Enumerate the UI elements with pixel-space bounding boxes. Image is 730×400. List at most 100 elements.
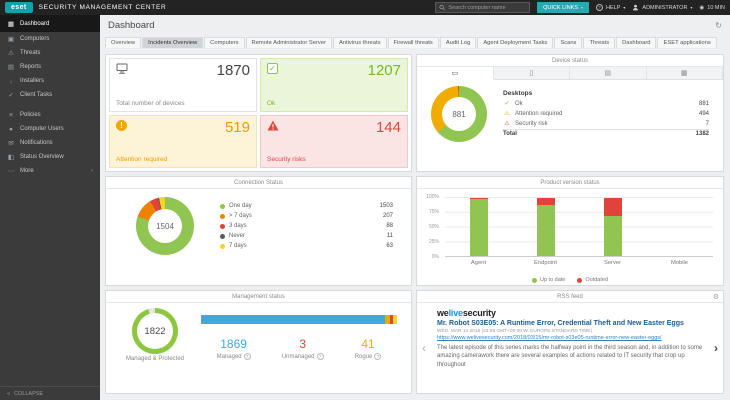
rss-next-button[interactable]: › — [714, 341, 718, 355]
user-menu[interactable]: ADMINISTRATOR ▾ — [632, 4, 692, 11]
power-icon: ◉ — [699, 5, 704, 11]
connection-status-legend: One day 1503 > 7 days 207 3 days 88 — [220, 201, 397, 251]
topbar-actions: QUICK LINKS ▾ ? HELP ▾ ADMINISTRATOR ▾ ◉… — [435, 2, 725, 13]
legend-label: Security risk — [515, 121, 548, 127]
sidebar-item-installers[interactable]: ↓ Installers — [0, 74, 100, 88]
stat-label: Unmanaged — [282, 354, 315, 360]
help-icon: ? — [596, 4, 603, 11]
legend-row-ok[interactable]: ✓ Ok 881 — [503, 99, 709, 109]
help-circle-icon[interactable]: ? — [317, 353, 324, 360]
tab-scans[interactable]: Scans — [554, 37, 582, 48]
legend-row-7-days[interactable]: 7 days 63 — [220, 241, 393, 251]
eset-logo[interactable]: eset — [5, 2, 33, 13]
panel-title: Product version status — [417, 177, 723, 189]
tile-security-risks[interactable]: 144 Security risks — [260, 115, 408, 169]
legend-label: Total — [503, 131, 517, 137]
gear-icon[interactable]: ⚙ — [713, 293, 719, 301]
help-menu[interactable]: ? HELP ▾ — [596, 4, 625, 11]
tab-dashboard[interactable]: Dashboard — [616, 37, 656, 48]
legend-row-3-days[interactable]: 3 days 88 — [220, 221, 393, 231]
refresh-icon[interactable]: ↻ — [715, 21, 722, 30]
tab-threats[interactable]: Threats — [583, 37, 615, 48]
tab-antivirus-threats[interactable]: Antivirus threats — [333, 37, 387, 48]
sidebar-item-computer-users[interactable]: ● Computer Users — [0, 122, 100, 136]
management-gauge[interactable]: 1822 — [132, 308, 178, 354]
tab-overview[interactable]: Overview — [105, 37, 141, 48]
more-icon: ⋯ — [7, 167, 15, 175]
help-circle-icon[interactable]: ? — [374, 353, 381, 360]
rss-article-title[interactable]: Mr. Robot S03E05: A Runtime Error, Crede… — [437, 320, 703, 327]
tile-total-devices[interactable]: 1870 Total number of devices — [109, 58, 257, 112]
panel-title: Device status — [417, 55, 723, 67]
device-status-donut[interactable]: 881 — [431, 86, 487, 142]
device-tab-others[interactable]: ▦ — [647, 67, 724, 79]
sidebar-item-label: Client Tasks — [20, 92, 52, 98]
legend-label: 3 days — [229, 223, 247, 229]
tile-ok[interactable]: ✓ 1207 Ok — [260, 58, 408, 112]
rss-article-url[interactable]: https://www.welivesecurity.com/2018/03/1… — [437, 335, 703, 341]
sidebar-item-label: Computer Users — [20, 126, 64, 132]
tab-firewall-threats[interactable]: Firewall threats — [388, 37, 439, 48]
legend-dot — [532, 278, 537, 283]
legend-row-attention[interactable]: ⚠ Attention required 494 — [503, 109, 709, 119]
legend-value: 7 — [706, 121, 709, 127]
management-bar[interactable] — [201, 315, 397, 324]
collapse-icon: « — [7, 391, 10, 397]
notifications-icon: ✉ — [7, 139, 15, 147]
rss-content: ‹ › welivesecurity Mr. Robot S03E05: A R… — [417, 303, 723, 393]
sidebar-item-notifications[interactable]: ✉ Notifications — [0, 136, 100, 150]
connection-status-donut[interactable]: 1504 — [136, 197, 194, 255]
sidebar-item-label: Policies — [20, 112, 41, 118]
sidebar-item-label: Notifications — [20, 140, 53, 146]
rss-article-body: The latest episode of this series marks … — [437, 344, 703, 370]
sidebar-item-policies[interactable]: ≡ Policies — [0, 108, 100, 122]
computer-search[interactable] — [435, 2, 530, 13]
legend-value: 88 — [386, 223, 393, 229]
sidebar-item-label: More — [20, 168, 34, 174]
tab-computers[interactable]: Computers — [204, 37, 244, 48]
stat-rogue[interactable]: 41 Rogue ? — [355, 337, 382, 360]
device-tab-desktops[interactable]: ▭ — [417, 67, 494, 80]
session-timeout[interactable]: ◉ 10 MIN — [699, 5, 725, 11]
tile-attention-required[interactable]: ! 519 Attention required — [109, 115, 257, 169]
stat-managed[interactable]: 1869 Managed ? — [217, 337, 251, 360]
device-tab-mobiles[interactable]: ▯ — [494, 67, 571, 79]
search-input[interactable] — [448, 5, 526, 11]
connection-status-content: 1504 One day 1503 > 7 days 207 — [106, 189, 411, 263]
sidebar-item-threats[interactable]: ⚠ Threats — [0, 46, 100, 60]
tab-remote-administrator-server[interactable]: Remote Administrator Server — [246, 37, 332, 48]
quick-links-button[interactable]: QUICK LINKS ▾ — [537, 2, 589, 13]
help-circle-icon[interactable]: ? — [244, 353, 251, 360]
sidebar-item-dashboard[interactable]: ▦ Dashboard — [0, 15, 100, 32]
user-icon — [632, 4, 639, 11]
stat-unmanaged[interactable]: 3 Unmanaged ? — [282, 337, 324, 360]
donut-center-value: 881 — [431, 86, 487, 142]
tab-audit-log[interactable]: Audit Log — [440, 37, 477, 48]
panel-title: Management status — [106, 291, 411, 303]
tab-incidents-overview[interactable]: Incidents Overview — [142, 37, 203, 48]
sidebar-item-more[interactable]: ⋯ More › — [0, 164, 100, 178]
product-version-plot[interactable] — [445, 197, 713, 257]
tab-eset-applications[interactable]: ESET applications — [657, 37, 716, 48]
product-version-legend: Up to date Outdated — [417, 277, 723, 283]
warning-icon: ⚠ — [503, 110, 511, 117]
legend-row-over-7-days[interactable]: > 7 days 207 — [220, 211, 393, 221]
mobile-icon: ▯ — [529, 69, 533, 77]
computer-users-icon: ● — [7, 126, 15, 133]
sidebar-item-computers[interactable]: ▣ Computers — [0, 32, 100, 46]
tab-agent-deployment-tasks[interactable]: Agent Deployment Tasks — [477, 37, 553, 48]
session-label: 10 MIN — [707, 5, 725, 11]
product-version-categories: AgentEndpointServerMobile — [445, 260, 713, 266]
legend-row-security-risk[interactable]: ⚠ Security risk 7 — [503, 119, 709, 129]
legend-row-one-day[interactable]: One day 1503 — [220, 201, 393, 211]
sidebar-item-status-overview[interactable]: ◧ Status Overview — [0, 150, 100, 164]
collapse-button[interactable]: « COLLAPSE — [0, 386, 100, 400]
device-tab-servers[interactable]: ▤ — [570, 67, 647, 79]
attention-label: Attention required — [116, 156, 250, 163]
sidebar-item-client-tasks[interactable]: ✓ Client Tasks — [0, 88, 100, 102]
gauge-label: Managed & Protected — [116, 356, 194, 364]
legend-row-never[interactable]: Never 11 — [220, 231, 393, 241]
rss-prev-button[interactable]: ‹ — [422, 341, 426, 355]
stat-value: 1869 — [217, 337, 251, 351]
sidebar-item-reports[interactable]: ▤ Reports — [0, 60, 100, 74]
